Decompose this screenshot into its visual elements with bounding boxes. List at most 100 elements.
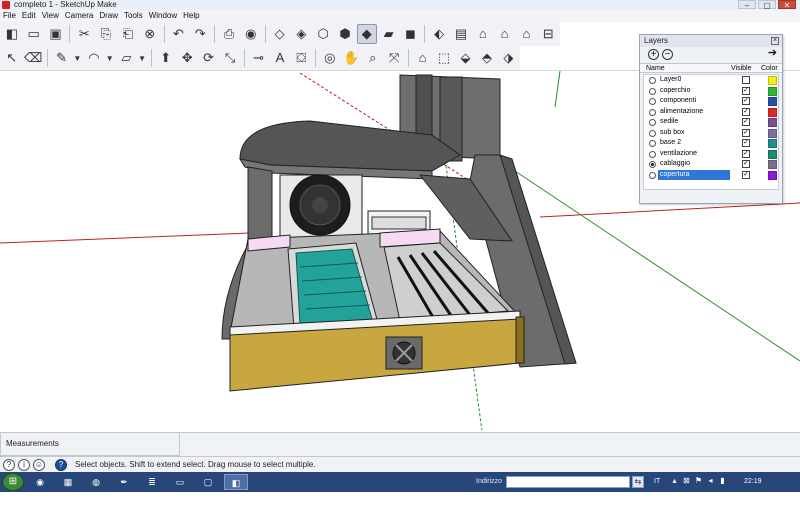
hidden-line-icon[interactable]: ⬢	[335, 24, 355, 44]
start-button[interactable]: ⊞	[2, 473, 24, 491]
active-layer-radio[interactable]	[649, 119, 656, 126]
components-icon[interactable]: ⬗	[499, 48, 518, 68]
back-view-icon[interactable]: ⌂	[516, 24, 536, 44]
system-clock[interactable]: 22:19	[744, 472, 762, 492]
chrome-taskbar-icon[interactable]: ◉	[28, 474, 52, 490]
delete-layer-icon[interactable]: −	[662, 49, 673, 60]
layer-color-swatch[interactable]	[768, 107, 777, 117]
top-view-icon[interactable]: ▤	[451, 24, 471, 44]
visible-checkbox[interactable]: ✓	[742, 118, 750, 126]
menu-help[interactable]: Help	[182, 10, 204, 22]
rectangle-icon[interactable]: ▱	[117, 48, 136, 68]
tape-measure-icon[interactable]: ⊸	[249, 48, 268, 68]
layer-color-swatch[interactable]	[768, 160, 777, 169]
monochrome-icon[interactable]: ◼	[401, 24, 421, 44]
visible-checkbox[interactable]	[742, 76, 750, 84]
visible-checkbox[interactable]: ✓	[742, 139, 750, 147]
layer-row[interactable]: copertura ✓	[644, 169, 778, 181]
print-icon[interactable]: ⎙	[219, 24, 239, 44]
eraser-icon[interactable]: ⌫	[23, 48, 42, 68]
orbit-icon[interactable]: ◎	[320, 48, 339, 68]
new-file-icon[interactable]: ◧	[2, 24, 22, 44]
visible-checkbox[interactable]: ✓	[742, 107, 750, 116]
layer-color-swatch[interactable]	[768, 170, 777, 180]
model-info-icon[interactable]: ◉	[241, 24, 261, 44]
back-edges-icon[interactable]: ◈	[292, 24, 312, 44]
active-layer-radio[interactable]	[649, 87, 656, 95]
layer-color-swatch[interactable]	[768, 76, 777, 85]
measurements-box[interactable]: Measurements	[0, 432, 180, 456]
layer-row[interactable]: Layer0	[644, 75, 778, 86]
language-indicator[interactable]: IT	[654, 472, 660, 492]
front-view-icon[interactable]: ⌂	[473, 24, 493, 44]
layer-row[interactable]: componenti ✓	[644, 96, 778, 107]
visible-checkbox[interactable]: ✓	[742, 160, 750, 168]
sketchup-taskbar-icon[interactable]: ◧	[224, 474, 248, 490]
column-color[interactable]: Color	[761, 64, 778, 73]
active-layer-radio[interactable]	[649, 98, 656, 105]
layer-name[interactable]: componenti	[658, 96, 730, 106]
layer-name[interactable]: Layer0	[658, 75, 730, 85]
tray-flag-icon[interactable]: ⚑	[694, 476, 703, 486]
maximize-button[interactable]: ▢	[758, 0, 776, 10]
window-taskbar-icon[interactable]: ▢	[196, 474, 220, 490]
paste-icon[interactable]: ⎗	[118, 24, 138, 44]
folder-taskbar-icon[interactable]: ▭	[168, 474, 192, 490]
layer-row[interactable]: ventilazione ✓	[644, 149, 778, 160]
layer-name[interactable]: cablaggio	[658, 159, 730, 169]
dropdown-arrow-icon[interactable]: ▼	[73, 54, 81, 63]
address-go-icon[interactable]: ⇆	[632, 476, 644, 488]
visible-checkbox[interactable]: ✓	[742, 128, 750, 137]
push-pull-icon[interactable]: ⬆	[156, 48, 175, 68]
undo-icon[interactable]: ↶	[169, 24, 189, 44]
help-icon[interactable]: ?	[55, 458, 67, 471]
user-icon[interactable]: ☺	[33, 458, 45, 471]
zoom-icon[interactable]: ⌕	[363, 48, 382, 68]
column-visible[interactable]: Visible	[731, 64, 752, 73]
details-arrow-icon[interactable]: ➔	[767, 48, 778, 60]
visible-checkbox[interactable]: ✓	[742, 149, 750, 158]
active-layer-radio[interactable]	[649, 77, 656, 84]
get-models-icon[interactable]: ⬚	[434, 48, 453, 68]
active-layer-radio[interactable]	[649, 140, 656, 147]
visible-checkbox[interactable]: ✓	[742, 170, 750, 179]
text-icon[interactable]: A	[270, 48, 289, 68]
add-layer-icon[interactable]: +	[648, 49, 659, 60]
credits-icon[interactable]: i	[18, 458, 30, 471]
visible-checkbox[interactable]: ✓	[742, 97, 750, 105]
copy-icon[interactable]: ⎘	[96, 24, 116, 44]
menu-tools[interactable]: Tools	[123, 10, 148, 22]
layer-color-swatch[interactable]	[768, 86, 777, 96]
cut-icon[interactable]: ✂	[74, 24, 94, 44]
layer-row[interactable]: coperchio ✓	[644, 86, 778, 97]
select-arrow-icon[interactable]: ↖	[2, 48, 21, 68]
active-layer-radio[interactable]	[649, 150, 656, 158]
address-input[interactable]	[506, 476, 630, 488]
close-button[interactable]: ✕	[778, 0, 796, 10]
tray-volume-icon[interactable]: ◂	[706, 476, 715, 486]
explorer-taskbar-icon[interactable]: ▦	[56, 474, 80, 490]
share-model-icon[interactable]: ⬙	[456, 48, 475, 68]
xray-icon[interactable]: ◇	[270, 24, 290, 44]
layer-row[interactable]: base 2 ✓	[644, 138, 778, 149]
menu-camera[interactable]: Camera	[64, 10, 98, 22]
redo-icon[interactable]: ↷	[190, 24, 210, 44]
erase-icon[interactable]: ⊗	[140, 24, 160, 44]
zoom-extents-icon[interactable]: ⤧	[384, 48, 403, 68]
inkscape-taskbar-icon[interactable]: ✒	[112, 474, 136, 490]
layer-row[interactable]: sedile ✓	[644, 117, 778, 128]
layer-color-swatch[interactable]	[768, 149, 777, 159]
shaded-icon[interactable]: ◆	[356, 24, 377, 44]
rotate-icon[interactable]: ⟳	[199, 48, 218, 68]
shaded-textures-icon[interactable]: ▰	[379, 24, 399, 44]
layer-name[interactable]: coperchio	[658, 86, 730, 96]
right-view-icon[interactable]: ⌂	[495, 24, 515, 44]
visible-checkbox[interactable]: ✓	[742, 86, 750, 95]
save-icon[interactable]: ▣	[46, 24, 66, 44]
tray-network-icon[interactable]: ⊠	[682, 476, 691, 486]
layer-color-swatch[interactable]	[768, 118, 777, 127]
active-layer-radio[interactable]	[649, 161, 656, 168]
iso-view-icon[interactable]: ⬖	[429, 24, 449, 44]
scale-icon[interactable]: ⤡	[220, 48, 239, 68]
move-icon[interactable]: ✥	[177, 48, 196, 68]
